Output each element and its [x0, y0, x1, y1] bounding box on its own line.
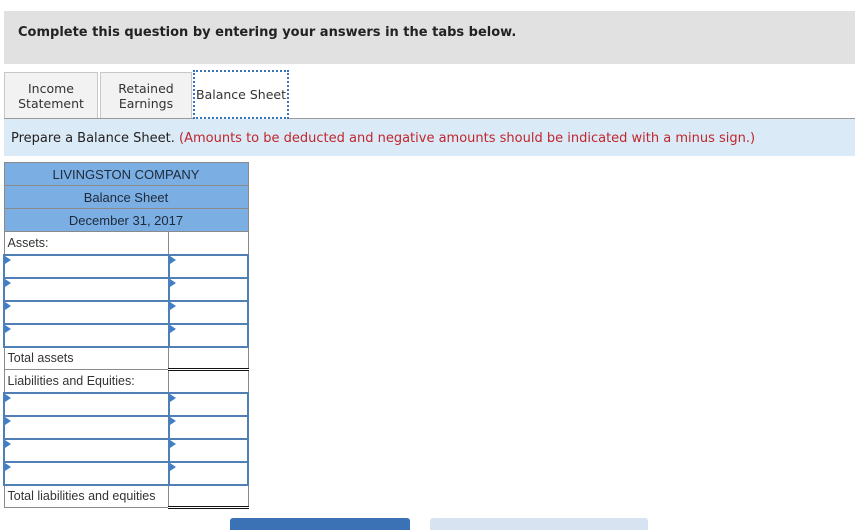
liabilities-heading-row: Liabilities and Equities:	[3, 369, 249, 393]
liability-amount-input[interactable]	[169, 462, 247, 484]
tab-label: Retained Earnings	[118, 81, 173, 111]
asset-amount-input[interactable]	[169, 324, 247, 346]
dropdown-flag-icon	[169, 439, 176, 448]
total-liabilities-row: Total liabilities and equities	[3, 483, 249, 509]
asset-amount-input[interactable]	[169, 278, 247, 300]
empty-cell	[168, 369, 249, 393]
asset-row	[3, 322, 250, 348]
instruction-text: Prepare a Balance Sheet. (Amounts to be …	[11, 131, 755, 146]
dropdown-flag-icon	[169, 324, 176, 333]
asset-name-select[interactable]	[5, 301, 168, 323]
asset-name-select[interactable]	[5, 324, 168, 346]
instruction-prompt: Prepare a Balance Sheet.	[11, 131, 175, 146]
tab-label-line: Statement	[18, 95, 84, 111]
total-liabilities-label: Total liabilities and equities	[3, 484, 170, 508]
dropdown-flag-icon	[5, 324, 11, 333]
liability-row	[3, 437, 250, 463]
previous-tab-button[interactable]	[230, 518, 410, 530]
liability-name-select[interactable]	[5, 462, 168, 484]
asset-amount-input[interactable]	[169, 301, 247, 323]
dropdown-flag-icon	[169, 278, 176, 287]
liability-amount-input[interactable]	[169, 416, 247, 438]
total-assets-row: Total assets	[3, 345, 249, 371]
liability-row	[3, 391, 250, 417]
asset-name-select[interactable]	[5, 255, 168, 277]
liability-row	[3, 414, 250, 440]
company-name: LIVINGSTON COMPANY	[3, 162, 249, 186]
statement-title: Balance Sheet	[3, 185, 249, 209]
dropdown-flag-icon	[5, 278, 11, 287]
tab-income-statement[interactable]: Income Statement	[4, 72, 98, 118]
balance-sheet-table: LIVINGSTON COMPANY Balance Sheet Decembe…	[3, 162, 250, 509]
dropdown-flag-icon	[169, 462, 176, 471]
assets-heading-row: Assets:	[3, 231, 249, 255]
tab-label-line: Earnings	[118, 95, 174, 111]
tab-retained-earnings[interactable]: Retained Earnings	[100, 72, 192, 118]
dropdown-flag-icon	[169, 393, 176, 402]
dropdown-flag-icon	[5, 255, 11, 264]
tab-label-line: Retained	[118, 80, 174, 96]
dropdown-flag-icon	[169, 416, 176, 425]
asset-amount-input[interactable]	[169, 255, 247, 277]
liability-amount-input[interactable]	[169, 393, 247, 415]
tab-balance-sheet[interactable]: Balance Sheet	[193, 70, 289, 119]
dropdown-flag-icon	[169, 301, 176, 310]
question-instruction: Complete this question by entering your …	[18, 25, 517, 40]
tab-label: Balance Sheet	[196, 87, 286, 102]
total-assets-input[interactable]	[169, 347, 248, 368]
statement-date: December 31, 2017	[3, 208, 249, 232]
dropdown-flag-icon	[5, 462, 11, 471]
asset-row	[3, 299, 250, 325]
dropdown-flag-icon	[5, 439, 11, 448]
dropdown-flag-icon	[5, 393, 11, 402]
assets-label: Assets:	[3, 231, 170, 255]
dropdown-flag-icon	[5, 416, 11, 425]
liability-name-select[interactable]	[5, 439, 168, 461]
asset-name-select[interactable]	[5, 278, 168, 300]
asset-row	[3, 253, 250, 279]
liabilities-label: Liabilities and Equities:	[3, 369, 170, 393]
dropdown-flag-icon	[5, 301, 11, 310]
tab-label: Income Statement	[18, 81, 84, 111]
asset-row	[3, 276, 250, 302]
liability-name-select[interactable]	[5, 416, 168, 438]
tab-label-line: Income	[28, 80, 74, 96]
liability-row	[3, 460, 250, 486]
total-assets-label: Total assets	[3, 346, 170, 370]
dropdown-flag-icon	[169, 255, 176, 264]
next-tab-button[interactable]	[430, 518, 648, 530]
total-liabilities-input[interactable]	[169, 485, 248, 506]
liability-amount-input[interactable]	[169, 439, 247, 461]
liability-name-select[interactable]	[5, 393, 168, 415]
empty-cell	[168, 231, 249, 255]
instruction-note: (Amounts to be deducted and negative amo…	[179, 131, 756, 146]
